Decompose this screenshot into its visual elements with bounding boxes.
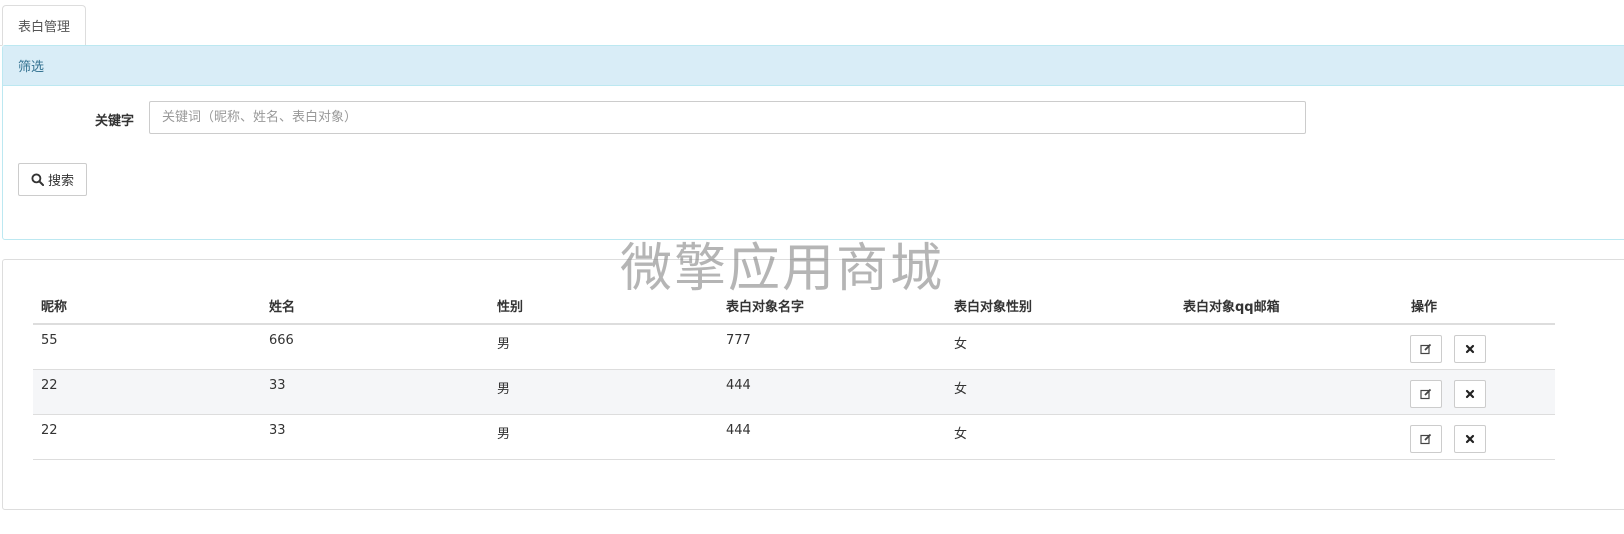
keyword-input[interactable]: [149, 101, 1306, 134]
cell-nickname: 55: [33, 324, 261, 370]
cell-name: 666: [261, 324, 489, 370]
tab-bar: 表白管理: [0, 0, 1624, 46]
edit-icon: [1420, 344, 1432, 355]
cell-target-qq-email: [1175, 414, 1403, 460]
delete-button[interactable]: [1454, 335, 1486, 364]
search-button[interactable]: 搜索: [18, 163, 87, 196]
cell-nickname: 22: [33, 369, 261, 415]
table-row: 22 33 男 444 女: [33, 414, 1555, 460]
delete-icon: [1465, 389, 1475, 399]
tab-label: 表白管理: [17, 20, 70, 35]
edit-button[interactable]: [1410, 425, 1442, 453]
cell-target-name: 777: [718, 324, 946, 370]
edit-icon: [1420, 388, 1432, 400]
delete-button[interactable]: [1454, 425, 1486, 453]
cell-gender: 男: [489, 414, 718, 460]
keyword-label: 关键字: [95, 114, 135, 129]
column-header-target-qq-email: 表白对象qq邮箱: [1175, 287, 1403, 325]
cell-name: 33: [261, 414, 489, 460]
cell-gender: 男: [489, 369, 718, 415]
watermark: 微擎应用商城: [620, 239, 945, 299]
table-row: 55 666 男 777 女: [33, 324, 1555, 370]
edit-icon: [1420, 433, 1432, 445]
column-header-nickname: 昵称: [33, 287, 261, 325]
cell-target-name: 444: [718, 414, 946, 460]
cell-target-gender: 女: [946, 414, 1175, 460]
cell-nickname: 22: [33, 414, 261, 460]
edit-button[interactable]: [1410, 335, 1442, 364]
page: 表白管理 筛选 关键字 搜索 微擎应用商城 昵称 姓名: [0, 0, 1624, 534]
delete-icon: [1465, 434, 1475, 444]
cell-actions: [1403, 414, 1555, 460]
column-header-actions: 操作: [1403, 287, 1555, 325]
filter-heading: 筛选: [3, 46, 1624, 86]
cell-target-gender: 女: [946, 369, 1175, 415]
cell-target-qq-email: [1175, 369, 1403, 415]
cell-target-qq-email: [1175, 324, 1403, 370]
cell-actions: [1403, 324, 1555, 370]
cell-target-name: 444: [718, 369, 946, 415]
column-header-name: 姓名: [261, 287, 489, 325]
tab-confession-management[interactable]: 表白管理: [2, 5, 86, 46]
filter-panel: 筛选 关键字 搜索: [2, 45, 1624, 240]
cell-gender: 男: [489, 324, 718, 370]
filter-heading-text: 筛选: [18, 60, 45, 75]
search-button-label: 搜索: [47, 174, 74, 189]
edit-button[interactable]: [1410, 380, 1442, 408]
column-header-target-gender: 表白对象性别: [946, 287, 1175, 325]
delete-button[interactable]: [1454, 380, 1486, 408]
table-row: 22 33 男 444 女: [33, 369, 1555, 415]
cell-name: 33: [261, 369, 489, 415]
cell-actions: [1403, 369, 1555, 415]
search-icon: [31, 173, 44, 186]
confession-table: 昵称 姓名 性别 表白对象名字 表白对象性别 表白对象qq邮箱 操作 55 66…: [33, 287, 1555, 460]
delete-icon: [1465, 345, 1475, 354]
cell-target-gender: 女: [946, 324, 1175, 370]
